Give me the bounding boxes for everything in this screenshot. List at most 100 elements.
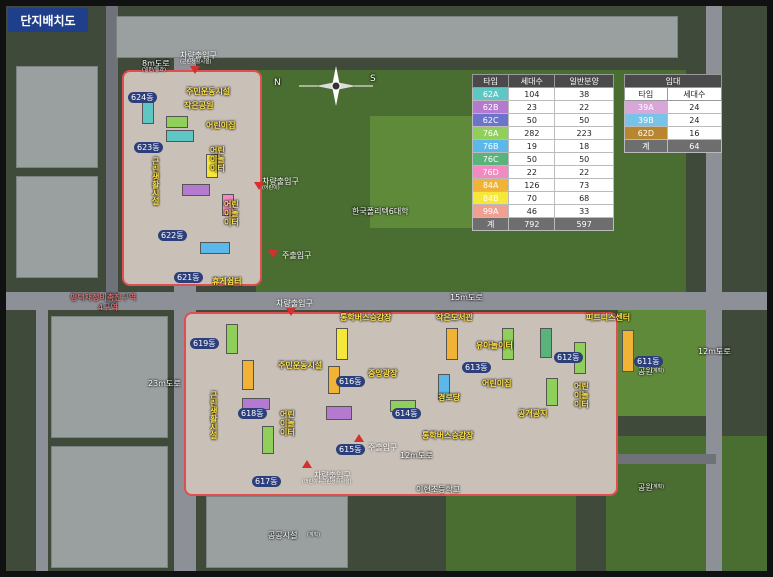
building	[540, 328, 552, 358]
units-cell: 24	[666, 113, 723, 127]
type-cell: 84B	[471, 191, 510, 205]
dong-label-622: 622동	[158, 230, 187, 241]
building-616	[336, 328, 348, 360]
sale-table-row: 76B 19 18	[471, 139, 614, 153]
entrance-arrow-icon	[302, 460, 312, 468]
park-sub-label-1: (계획)	[651, 368, 665, 374]
sale-table-total-row: 계 792 597	[471, 217, 614, 231]
type-cell: 계	[471, 217, 510, 231]
park-sub-label-2: (계획)	[651, 484, 665, 490]
building-617	[262, 426, 274, 454]
block	[16, 176, 98, 278]
units-cell: 792	[508, 217, 556, 231]
rent-table-row: 39B 24	[624, 113, 723, 127]
facility-north-play: 어린이놀이터	[210, 146, 225, 173]
units-cell: 126	[508, 178, 556, 192]
sale-cell: 50	[554, 113, 614, 127]
sale-header-units: 세대수	[508, 74, 556, 88]
units-cell: 23	[508, 100, 556, 114]
units-cell: 24	[666, 100, 723, 114]
rent-table-row: 62D 16	[624, 126, 723, 140]
dong-label-623: 623동	[134, 142, 163, 153]
type-cell: 62B	[471, 100, 510, 114]
units-cell: 70	[508, 191, 556, 205]
dong-label-614: 614동	[392, 408, 421, 419]
facility-strip-north: 근린생활시설	[152, 157, 160, 206]
road-left-vertical	[36, 296, 48, 571]
facility-fitness: 피트니스센터	[586, 313, 631, 322]
sale-table-row: 62A 104 38	[471, 87, 614, 101]
sale-cell: 68	[554, 191, 614, 205]
sale-table-row: 84A 126 73	[471, 178, 614, 192]
dong-label-618: 618동	[238, 408, 267, 419]
type-cell: 62C	[471, 113, 510, 127]
map-frame: N S 8m도로 (일반/통과) 15m도로 23m도로 12m도로 12m도로…	[0, 0, 773, 577]
type-cell: 62D	[624, 126, 668, 140]
entrance-arrow-icon	[254, 182, 264, 190]
facility-school-walk-north: 통학버스승강장	[340, 313, 392, 322]
type-cell: 99A	[471, 204, 510, 218]
rent-table-caption: 임대	[624, 74, 722, 88]
sale-table-row: 99A 46 33	[471, 204, 614, 218]
redevelopment-label-2: 4구역	[98, 303, 118, 312]
facility-north-sports: 주민운동시설	[186, 87, 231, 96]
road-23m-label: 23m도로	[148, 379, 181, 388]
school-label: 이현초등학교	[416, 485, 461, 494]
gate-north-top-sub: (근린생활시설)	[180, 59, 212, 65]
sale-header-sale: 일반분양	[554, 74, 614, 88]
facility-rest: 휴게쉼터	[212, 277, 242, 286]
facility-kids-play: 유아놀이터	[476, 341, 513, 350]
units-cell: 19	[508, 139, 556, 153]
units-cell: 64	[666, 139, 723, 153]
entrance-arrow-icon	[354, 434, 364, 442]
building	[546, 378, 558, 406]
facility-strip-south: 근린생활시설	[210, 391, 218, 440]
entrance-arrow-icon	[286, 308, 296, 316]
block	[16, 66, 98, 168]
dong-label-624: 624동	[128, 92, 157, 103]
type-cell: 62A	[471, 87, 510, 101]
building-611	[622, 330, 634, 372]
sale-cell: 73	[554, 178, 614, 192]
type-cell: 39B	[624, 113, 668, 127]
building-615	[326, 406, 352, 420]
sale-table-row: 76A 282 223	[471, 126, 614, 140]
rent-table-header: 타입 세대수	[624, 87, 723, 101]
facility-north-garden: 작은공원	[184, 101, 214, 110]
building	[446, 328, 458, 360]
sale-table-row: 62C 50 50	[471, 113, 614, 127]
gate-main-label: 주출입구	[282, 251, 312, 260]
site-plan-map: N S 8m도로 (일반/통과) 15m도로 23m도로 12m도로 12m도로…	[6, 6, 767, 571]
sale-cell: 22	[554, 100, 614, 114]
public-facility-sub-label: (계획)	[307, 532, 321, 538]
units-cell: 46	[508, 204, 556, 218]
road-8m-sub-label: (일반/통과)	[142, 67, 166, 73]
facility-school-walk-south: 통학버스승강장	[422, 431, 474, 440]
facility-north-play-2: 어린이놀이터	[224, 200, 239, 227]
dong-label-616: 616동	[336, 376, 365, 387]
sale-units-table: 타입 세대수 일반분양 62A 104 38 62B 23 22 62C 50 50 76A 282…	[471, 74, 614, 231]
sale-header-type: 타입	[471, 74, 510, 88]
sale-table-row: 62B 23 22	[471, 100, 614, 114]
facility-exchange: 경로당	[438, 393, 461, 402]
facility-south-kids: 어린이집	[482, 379, 512, 388]
sale-table-row: 76D 22 22	[471, 165, 614, 179]
block	[51, 446, 168, 568]
page-title: 단지배치도	[8, 8, 88, 32]
dong-label-612: 612동	[554, 352, 583, 363]
road-12m-right-label: 12m도로	[698, 347, 731, 356]
facility-north-kids: 어린이집	[206, 121, 236, 130]
type-cell: 계	[624, 139, 668, 153]
units-cell: 16	[666, 126, 723, 140]
block	[51, 316, 168, 438]
units-cell: 50	[508, 152, 556, 166]
facility-south-sports: 주민운동시설	[278, 361, 323, 370]
gate-south-main-label: 주출입구	[368, 443, 398, 452]
gate-north-mid-sub: (어린이)	[262, 185, 280, 191]
entrance-arrow-icon	[268, 250, 278, 258]
type-cell: 84A	[471, 178, 510, 192]
rent-table-total-row: 계 64	[624, 139, 723, 153]
units-cell: 50	[508, 113, 556, 127]
public-facility-label: 공공시설	[268, 531, 298, 540]
building-623	[166, 130, 194, 142]
